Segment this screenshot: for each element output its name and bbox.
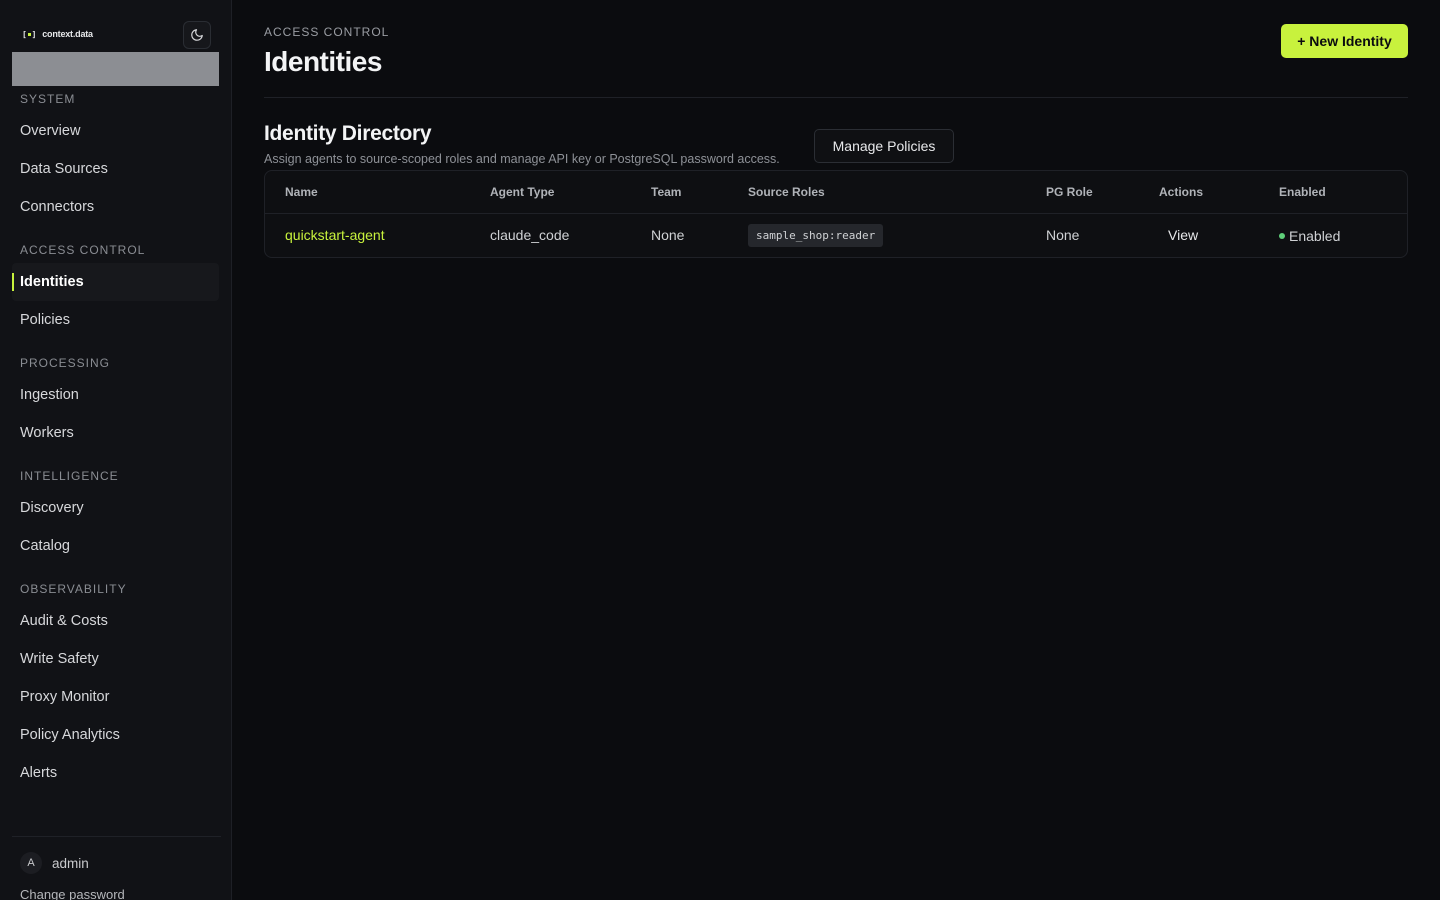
page-title: Identities — [264, 46, 382, 77]
column-header-team[interactable]: Team — [651, 171, 748, 214]
section-title: Identity Directory — [264, 122, 432, 145]
nav-section-access-control: ACCESS CONTROL — [20, 243, 146, 257]
sidebar-item-proxy-monitor[interactable]: Proxy Monitor — [12, 678, 219, 716]
nav-section-processing: PROCESSING — [20, 356, 111, 370]
column-header-agent-type[interactable]: Agent Type — [490, 171, 651, 214]
nav-section-system: SYSTEM — [20, 92, 76, 106]
nav-section-observability: OBSERVABILITY — [20, 582, 127, 596]
column-header-source-roles[interactable]: Source Roles — [748, 171, 1046, 214]
identity-name-link[interactable]: quickstart-agent — [285, 227, 385, 243]
sidebar-nav: SYSTEM Overview Data Sources Connectors … — [12, 86, 219, 792]
section-subtitle: Assign agents to source-scoped roles and… — [264, 152, 780, 166]
status-badge: Enabled — [1279, 228, 1340, 244]
sidebar-item-identities[interactable]: Identities — [12, 263, 219, 301]
table-header-row: Name Agent Type Team Source Roles PG Rol… — [265, 171, 1407, 214]
new-identity-button[interactable]: + New Identity — [1281, 24, 1408, 58]
column-header-enabled[interactable]: Enabled — [1279, 171, 1407, 214]
theme-toggle-button[interactable] — [183, 21, 211, 49]
status-label: Enabled — [1289, 228, 1341, 245]
sidebar-item-ingestion[interactable]: Ingestion — [12, 376, 219, 414]
moon-icon — [191, 29, 203, 41]
sidebar-item-data-sources[interactable]: Data Sources — [12, 150, 219, 188]
agent-type-cell: claude_code — [490, 227, 570, 244]
brand-logo[interactable]: [] context.data — [22, 27, 93, 41]
sidebar-search-placeholder — [12, 52, 219, 86]
sidebar-item-connectors[interactable]: Connectors — [12, 188, 219, 226]
change-password-link[interactable]: Change password — [20, 887, 125, 900]
brand-name: context.data — [42, 29, 93, 39]
page-eyebrow: ACCESS CONTROL — [264, 25, 390, 39]
sidebar-item-workers[interactable]: Workers — [12, 414, 219, 452]
source-role-chip: sample_shop:reader — [748, 223, 884, 247]
sidebar-item-discovery[interactable]: Discovery — [12, 489, 219, 527]
status-dot-icon — [1279, 233, 1285, 240]
column-header-actions: Actions — [1159, 171, 1279, 214]
sidebar-item-catalog[interactable]: Catalog — [12, 527, 219, 565]
user-name: admin — [52, 855, 89, 871]
sidebar-footer-divider — [12, 836, 221, 837]
sidebar-item-policies[interactable]: Policies — [12, 301, 219, 339]
sidebar-item-audit-costs[interactable]: Audit & Costs — [12, 602, 219, 640]
identity-table: Name Agent Type Team Source Roles PG Rol… — [264, 170, 1408, 258]
manage-policies-button[interactable]: Manage Policies — [814, 129, 954, 163]
sidebar-item-alerts[interactable]: Alerts — [12, 754, 219, 792]
table-row: quickstart-agent claude_code None sample… — [265, 213, 1407, 257]
avatar: A — [20, 852, 42, 874]
header-divider — [264, 97, 1408, 98]
column-header-name[interactable]: Name — [265, 171, 490, 214]
nav-section-intelligence: INTELLIGENCE — [20, 469, 119, 483]
pg-role-cell: None — [1046, 227, 1080, 244]
sidebar-item-overview[interactable]: Overview — [12, 112, 219, 150]
user-profile[interactable]: A admin — [20, 852, 89, 874]
team-cell: None — [651, 227, 685, 244]
view-button[interactable]: View — [1159, 227, 1198, 243]
brand-mark-icon: [] — [22, 29, 37, 39]
column-header-pg-role[interactable]: PG Role — [1046, 171, 1159, 214]
sidebar-item-write-safety[interactable]: Write Safety — [12, 640, 219, 678]
sidebar: [] context.data SYSTEM Overview Data Sou… — [0, 0, 232, 900]
sidebar-item-policy-analytics[interactable]: Policy Analytics — [12, 716, 219, 754]
